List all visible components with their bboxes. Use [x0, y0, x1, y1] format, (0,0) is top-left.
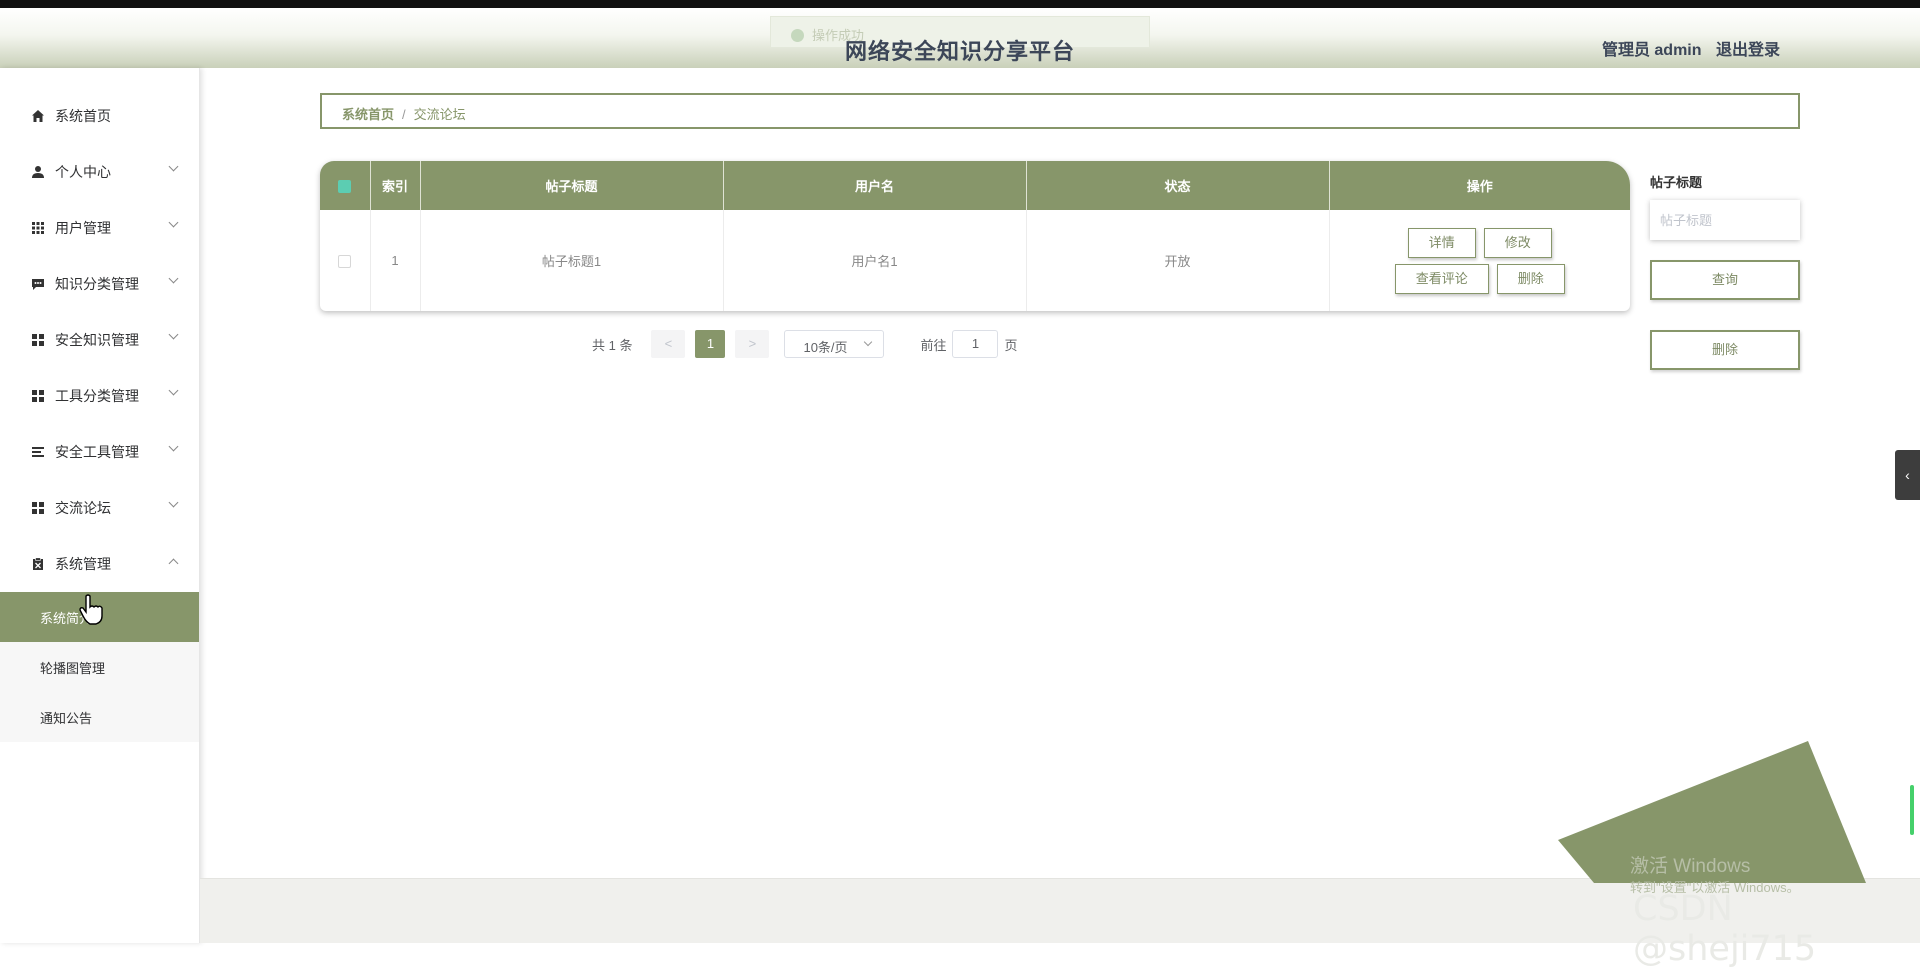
- sidebar-item-personal-center[interactable]: 个人中心: [0, 144, 199, 200]
- goto-label: 前往: [920, 337, 947, 353]
- forum-table: 索引 帖子标题 用户名 状态 操作 1 帖子标题1 用户名1 开放 详情修改: [320, 161, 1630, 311]
- apps-icon: [30, 388, 46, 404]
- sidebar-item-label: 知识分类管理: [55, 276, 139, 292]
- chevron-down-icon: [168, 385, 179, 396]
- table-row: 1 帖子标题1 用户名1 开放 详情 修改 查看评论 删除: [320, 210, 1630, 311]
- cell-index: 1: [370, 210, 421, 311]
- chevron-down-icon: [168, 441, 179, 452]
- breadcrumb-home[interactable]: 系统首页: [342, 107, 394, 122]
- pagination: 共 1 条 < 1 > 10条/页 前往 1 页: [592, 330, 1018, 358]
- breadcrumb: 系统首页 / 交流论坛: [320, 93, 1800, 129]
- chevron-down-icon: [168, 217, 179, 228]
- chevron-down-icon: [168, 497, 179, 508]
- sidebar-item-label: 交流论坛: [55, 500, 111, 516]
- chevron-down-icon: [168, 161, 179, 172]
- sidebar-item-knowledge-category[interactable]: 知识分类管理: [0, 256, 199, 312]
- page-number-button[interactable]: 1: [695, 330, 726, 358]
- edit-button[interactable]: 修改: [1483, 227, 1552, 258]
- chevron-up-icon: [168, 558, 179, 569]
- column-header-index: 索引: [370, 161, 421, 210]
- select-all-checkbox[interactable]: [338, 180, 352, 194]
- cell-username: 用户名1: [723, 210, 1027, 311]
- window-top-border: [0, 0, 1920, 8]
- page-suffix: 页: [1004, 337, 1018, 353]
- sidebar-item-user-management[interactable]: 用户管理: [0, 200, 199, 256]
- column-header-status: 状态: [1026, 161, 1330, 210]
- logout-button[interactable]: 退出登录: [1716, 42, 1780, 59]
- page-size-value: 10条/页: [803, 340, 848, 355]
- sidebar-subitem-notice[interactable]: 通知公告: [0, 692, 199, 742]
- sidebar-subitem-label: 通知公告: [40, 710, 93, 726]
- select-all-cell: [320, 161, 371, 210]
- breadcrumb-separator: /: [402, 107, 406, 122]
- sidebar-item-label: 用户管理: [55, 220, 111, 236]
- side-collapse-tab[interactable]: ‹: [1895, 450, 1920, 500]
- apps-icon: [30, 332, 46, 348]
- sidebar-item-label: 安全工具管理: [55, 444, 139, 460]
- row-checkbox[interactable]: [338, 255, 352, 269]
- admin-label: 管理员 admin: [1601, 42, 1702, 59]
- csdn-watermark: CSDN @sheji715: [1633, 889, 1817, 969]
- column-header-actions: 操作: [1329, 161, 1630, 210]
- sidebar-item-tool-category[interactable]: 工具分类管理: [0, 368, 199, 424]
- row-select-cell: [320, 210, 371, 311]
- sidebar-menu: 系统首页 个人中心 用户管理 知识分类管理 安全知识管理 工具分类管理 安全工具…: [0, 68, 200, 943]
- sidebar-item-system-management[interactable]: 系统管理: [0, 536, 199, 592]
- search-title-input[interactable]: [1650, 200, 1800, 240]
- sidebar-item-forum[interactable]: 交流论坛: [0, 480, 199, 536]
- chevron-down-icon: [168, 329, 179, 340]
- apps-icon: [30, 500, 46, 516]
- cell-actions: 详情 修改 查看评论 删除: [1329, 210, 1630, 311]
- detail-button[interactable]: 详情: [1407, 227, 1476, 258]
- query-button[interactable]: 查询: [1650, 260, 1800, 300]
- pagination-total: 共 1 条: [592, 337, 633, 353]
- sidebar-subitem-carousel[interactable]: 轮播图管理: [0, 642, 199, 692]
- batch-delete-button[interactable]: 删除: [1650, 330, 1800, 370]
- sidebar-item-security-tools[interactable]: 安全工具管理: [0, 424, 199, 480]
- user-area: 管理员 admin 退出登录: [1596, 36, 1780, 60]
- chevron-down-icon: [864, 337, 873, 347]
- sidebar-item-label: 系统首页: [55, 108, 111, 124]
- search-title-label: 帖子标题: [1650, 175, 1703, 190]
- sidebar-item-home[interactable]: 系统首页: [0, 88, 199, 144]
- next-page-button[interactable]: >: [735, 330, 770, 358]
- row-delete-button[interactable]: 删除: [1496, 263, 1565, 294]
- cell-status: 开放: [1026, 210, 1330, 311]
- chat-icon: [30, 276, 46, 292]
- sidebar-item-label: 安全知识管理: [55, 332, 139, 348]
- hand-cursor-icon: [79, 594, 103, 625]
- list-icon: [30, 444, 46, 460]
- goto-page-input[interactable]: 1: [952, 330, 999, 358]
- sidebar-item-security-knowledge[interactable]: 安全知识管理: [0, 312, 199, 368]
- sidebar-item-label: 系统管理: [55, 556, 111, 572]
- column-header-title: 帖子标题: [420, 161, 724, 210]
- chevron-down-icon: [168, 273, 179, 284]
- table-header-row: 索引 帖子标题 用户名 状态 操作: [320, 161, 1630, 210]
- view-comments-button[interactable]: 查看评论: [1394, 263, 1489, 294]
- grid-icon: [30, 220, 46, 236]
- sidebar-subitem-label: 轮播图管理: [40, 660, 106, 676]
- sidebar-item-label: 工具分类管理: [55, 388, 139, 404]
- header: 操作成功 网络安全知识分享平台 管理员 admin 退出登录: [0, 8, 1920, 68]
- column-header-username: 用户名: [723, 161, 1027, 210]
- page-size-select[interactable]: 10条/页: [784, 330, 885, 358]
- sidebar-item-label: 个人中心: [55, 164, 111, 180]
- cell-title: 帖子标题1: [420, 210, 724, 311]
- home-icon: [30, 108, 46, 124]
- breadcrumb-current: 交流论坛: [413, 107, 466, 122]
- clipboard-icon: [30, 556, 46, 572]
- windows-activate-watermark: 激活 Windows: [1630, 856, 1751, 877]
- prev-page-button[interactable]: <: [651, 330, 686, 358]
- scroll-indicator: [1910, 785, 1914, 835]
- user-icon: [30, 164, 46, 180]
